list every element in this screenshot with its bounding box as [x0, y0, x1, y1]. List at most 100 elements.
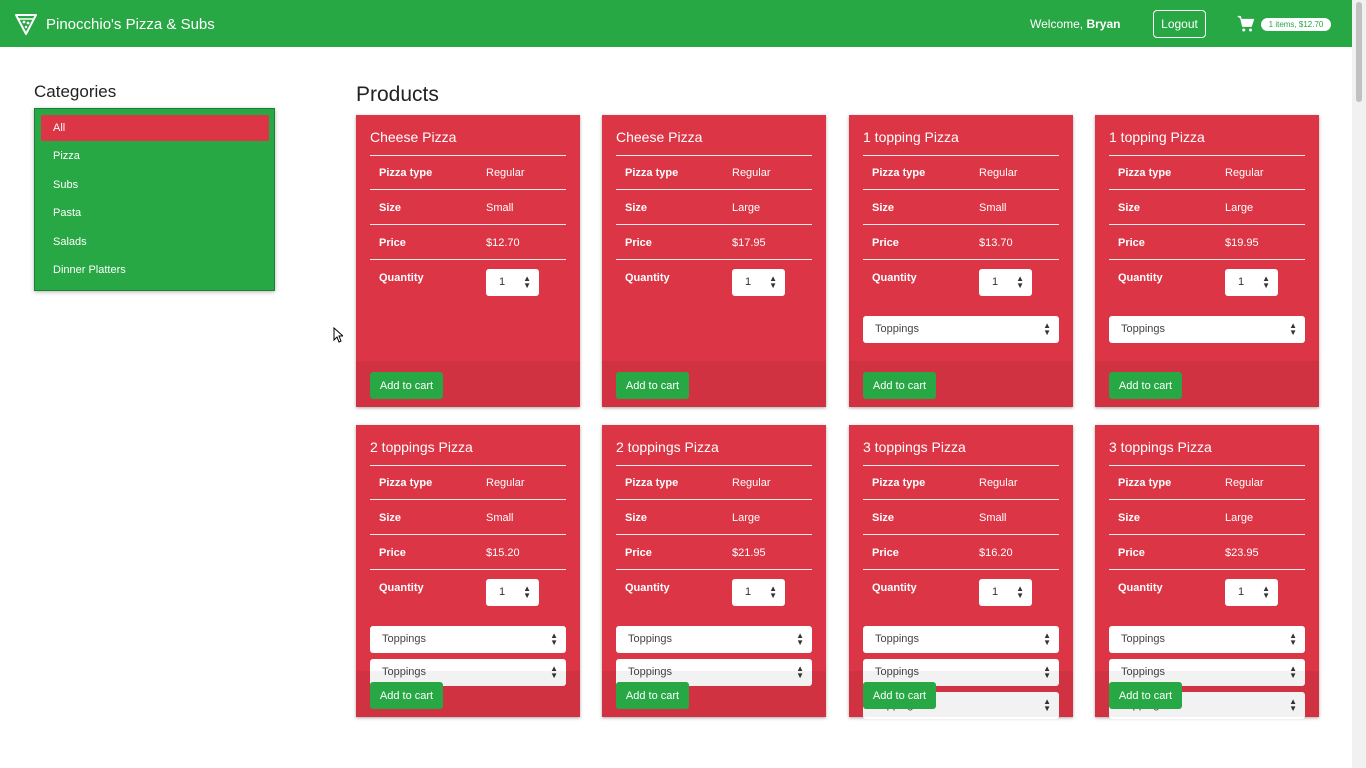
row-divider [370, 155, 566, 156]
quantity-select[interactable]: 1 ▲ ▼ [486, 269, 539, 296]
add-to-cart-button[interactable]: Add to cart [1109, 372, 1182, 399]
sidebar-item-subs[interactable]: Subs [41, 172, 269, 198]
product-name: Cheese Pizza [616, 129, 703, 145]
select-arrows-icon: ▲ ▼ [1289, 631, 1297, 647]
username: Bryan [1086, 17, 1121, 31]
welcome-text: Welcome, Bryan [1030, 17, 1120, 31]
quantity-value: 1 [1238, 586, 1245, 598]
add-to-cart-button[interactable]: Add to cart [370, 682, 443, 709]
toppings-select[interactable]: Toppings ▲▼ [1109, 316, 1305, 343]
quantity-select[interactable]: 1 ▲ ▼ [1225, 269, 1278, 296]
product-name: 2 toppings Pizza [370, 439, 473, 455]
toppings-placeholder: Toppings [1121, 323, 1166, 335]
row-divider [1109, 569, 1305, 570]
row-divider [1109, 155, 1305, 156]
quantity-label: Quantity [625, 272, 670, 284]
select-arrows-icon: ▲ ▼ [1262, 584, 1270, 600]
toppings-placeholder: Toppings [1121, 633, 1166, 645]
select-arrows-icon: ▲ ▼ [523, 274, 531, 290]
row-divider [370, 569, 566, 570]
price-label: Price [379, 547, 406, 559]
sidebar-item-dinner-platters[interactable]: Dinner Platters [41, 257, 269, 283]
size-value: Large [732, 202, 761, 214]
row-divider [616, 224, 812, 225]
scrollbar-thumb[interactable] [1356, 2, 1362, 102]
pizza-type-label: Pizza type [379, 167, 433, 179]
row-divider [863, 155, 1059, 156]
add-to-cart-button[interactable]: Add to cart [616, 682, 689, 709]
quantity-select[interactable]: 1 ▲ ▼ [979, 269, 1032, 296]
toppings-select[interactable]: Toppings ▲▼ [1109, 626, 1305, 653]
categories-list: All Pizza Subs Pasta Salads Dinner Platters [34, 108, 275, 291]
pizza-type-value: Regular [486, 167, 525, 179]
product-card: 1 topping Pizza Pizza type Regular Size Smal… [849, 115, 1073, 407]
price-label: Price [625, 547, 652, 559]
pizza-slice-icon [15, 14, 37, 35]
size-value: Small [486, 202, 514, 214]
row-divider [1109, 189, 1305, 190]
quantity-select[interactable]: 1 ▲ ▼ [979, 579, 1032, 606]
quantity-value: 1 [745, 586, 752, 598]
product-name: 3 toppings Pizza [1109, 439, 1212, 455]
select-arrows-icon: ▲ ▼ [1043, 631, 1051, 647]
row-divider [1109, 259, 1305, 260]
row-divider [616, 189, 812, 190]
sidebar-item-salads[interactable]: Salads [41, 229, 269, 255]
row-divider [616, 534, 812, 535]
row-divider [863, 534, 1059, 535]
row-divider [863, 465, 1059, 466]
select-arrows-icon: ▲ ▼ [1016, 584, 1024, 600]
row-divider [616, 569, 812, 570]
toppings-select[interactable]: Toppings ▲▼ [863, 626, 1059, 653]
row-divider [370, 465, 566, 466]
navbar: Pinocchio's Pizza & Subs Welcome, Bryan … [0, 0, 1352, 47]
size-label: Size [379, 202, 402, 214]
select-arrows-icon: ▲ ▼ [796, 631, 804, 647]
quantity-label: Quantity [1118, 582, 1163, 594]
add-to-cart-button[interactable]: Add to cart [863, 682, 936, 709]
size-label: Size [1118, 512, 1141, 524]
add-to-cart-button[interactable]: Add to cart [1109, 682, 1182, 709]
quantity-label: Quantity [1118, 272, 1163, 284]
price-label: Price [379, 237, 406, 249]
quantity-label: Quantity [625, 582, 670, 594]
price-value: $19.95 [1225, 237, 1259, 249]
quantity-label: Quantity [872, 272, 917, 284]
price-label: Price [872, 237, 899, 249]
toppings-placeholder: Toppings [875, 633, 920, 645]
row-divider [1109, 224, 1305, 225]
cart-badge[interactable]: 1 items, $12.70 [1261, 18, 1331, 31]
add-to-cart-button[interactable]: Add to cart [863, 372, 936, 399]
sidebar-item-pasta[interactable]: Pasta [41, 200, 269, 226]
quantity-select[interactable]: 1 ▲ ▼ [1225, 579, 1278, 606]
toppings-placeholder: Toppings [875, 323, 920, 335]
welcome-prefix: Welcome, [1030, 17, 1087, 31]
sidebar-item-all[interactable]: All [41, 115, 269, 141]
product-card: 1 topping Pizza Pizza type Regular Size Larg… [1095, 115, 1319, 407]
price-value: $12.70 [486, 237, 520, 249]
price-value: $23.95 [1225, 547, 1259, 559]
toppings-select[interactable]: Toppings ▲▼ [616, 626, 812, 653]
toppings-select[interactable]: Toppings ▲▼ [863, 316, 1059, 343]
page-scrollbar[interactable] [1352, 0, 1366, 768]
brand-link[interactable]: Pinocchio's Pizza & Subs [14, 11, 215, 37]
logout-button[interactable]: Logout [1153, 10, 1206, 38]
sidebar-item-pizza[interactable]: Pizza [41, 143, 269, 169]
quantity-select[interactable]: 1 ▲ ▼ [486, 579, 539, 606]
add-to-cart-button[interactable]: Add to cart [616, 372, 689, 399]
product-card: 3 toppings Pizza Pizza type Regular Size Lar… [1095, 425, 1319, 719]
quantity-select[interactable]: 1 ▲ ▼ [732, 579, 785, 606]
product-card: 2 toppings Pizza Pizza type Regular Size Sma… [356, 425, 580, 717]
add-to-cart-button[interactable]: Add to cart [370, 372, 443, 399]
quantity-label: Quantity [872, 582, 917, 594]
size-value: Large [1225, 202, 1254, 214]
toppings-select[interactable]: Toppings ▲▼ [370, 626, 566, 653]
pizza-type-value: Regular [1225, 477, 1264, 489]
quantity-select[interactable]: 1 ▲ ▼ [732, 269, 785, 296]
toppings-placeholder: Toppings [382, 633, 427, 645]
categories-heading: Categories [34, 82, 117, 101]
pizza-type-label: Pizza type [1118, 477, 1172, 489]
cart-icon[interactable] [1237, 15, 1255, 33]
row-divider [863, 569, 1059, 570]
quantity-value: 1 [745, 276, 752, 288]
